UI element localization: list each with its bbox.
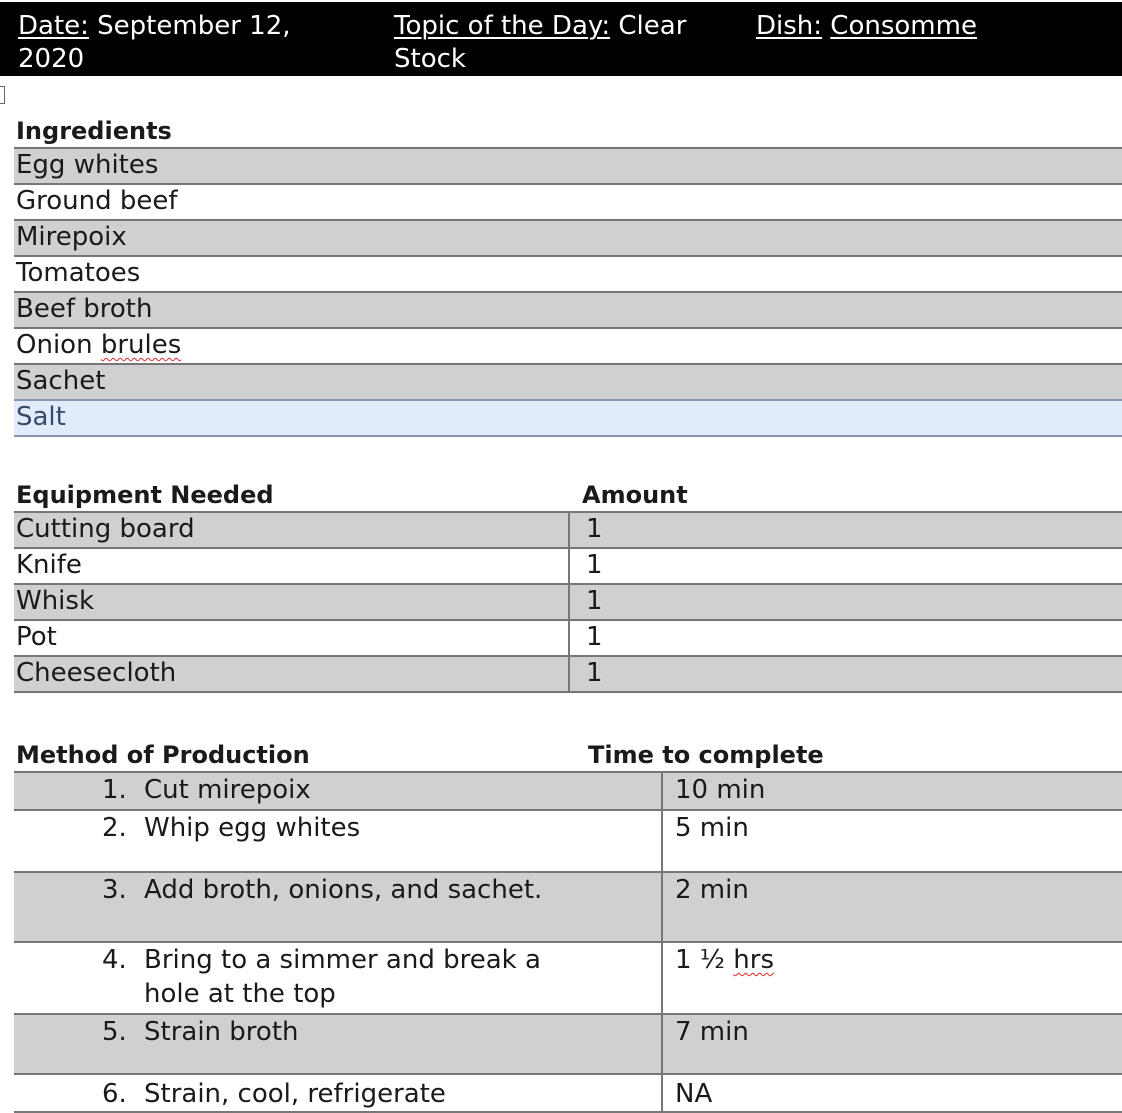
step-number: 1.	[102, 775, 127, 805]
step-text: Cut mirepoix	[144, 775, 311, 805]
ingredient-item[interactable]: Sachet	[14, 363, 1122, 400]
ingredient-item[interactable]: Egg whites	[14, 147, 1122, 184]
step-time[interactable]: 2 min	[661, 871, 1122, 942]
equipment-amount[interactable]: 1	[568, 547, 1122, 584]
table-move-handle[interactable]	[0, 86, 5, 104]
method-heading: Method of Production	[16, 741, 310, 769]
dish-value: Consomme	[830, 11, 977, 41]
equipment-item[interactable]: Whisk	[14, 583, 569, 620]
step-time-text: 1 ½	[675, 945, 734, 975]
equipment-amount[interactable]: 1	[568, 619, 1122, 656]
step-number: 2.	[102, 813, 127, 843]
equipment-item[interactable]: Knife	[14, 547, 569, 584]
equipment-amount[interactable]: 1	[568, 655, 1122, 693]
step-text: Bring to a simmer and break a hole at th…	[144, 945, 541, 1009]
step-number: 5.	[102, 1017, 127, 1047]
step-time[interactable]: 7 min	[661, 1013, 1122, 1074]
ingredient-item[interactable]: Mirepoix	[14, 219, 1122, 256]
ingredient-item[interactable]: Tomatoes	[14, 255, 1122, 292]
ingredients-table: Egg whites Ground beef Mirepoix Tomatoes…	[14, 147, 1122, 437]
equipment-item[interactable]: Cheesecloth	[14, 655, 569, 693]
ingredient-item-selected[interactable]: Salt	[14, 399, 1122, 437]
step-number: 4.	[102, 945, 127, 975]
date-label: Date:	[18, 11, 89, 41]
ingredient-item[interactable]: Beef broth	[14, 291, 1122, 328]
topic-value: Clear	[610, 11, 687, 41]
equipment-item[interactable]: Cutting board	[14, 511, 569, 548]
amount-heading: Amount	[582, 481, 688, 509]
topic-cell: Topic of the Day: Clear Stock	[394, 10, 686, 76]
date-cell: Date: September 12, 2020	[18, 10, 291, 76]
dish-cell: Dish: Consomme	[756, 10, 977, 43]
time-heading: Time to complete	[588, 741, 824, 769]
equipment-table: Cutting board 1 Knife 1 Whisk 1 Pot 1 Cheese…	[14, 511, 1122, 693]
step-number: 3.	[102, 875, 127, 905]
step-text: Add broth, onions, and sachet.	[144, 875, 543, 905]
document-header: Date: September 12, 2020 Topic of the Da…	[0, 2, 1122, 76]
method-step[interactable]: 2. Whip egg whites	[14, 809, 662, 872]
date-value: September 12,	[88, 11, 291, 41]
method-step[interactable]: 4. Bring to a simmer and break a hole at …	[14, 941, 662, 1014]
ingredients-heading: Ingredients	[16, 117, 172, 145]
ingredient-item[interactable]: Ground beef	[14, 183, 1122, 220]
step-time[interactable]: NA	[661, 1073, 1122, 1113]
topic-label: Topic of the Day:	[394, 11, 611, 41]
step-time[interactable]: 1 ½ hrs	[661, 941, 1122, 1014]
method-table: 1. Cut mirepoix 10 min 2. Whip egg whites …	[14, 771, 1122, 1113]
step-time[interactable]: 5 min	[661, 809, 1122, 872]
step-text: Strain broth	[144, 1017, 299, 1047]
step-time[interactable]: 10 min	[661, 771, 1122, 810]
method-step[interactable]: 1. Cut mirepoix	[14, 771, 662, 810]
equipment-heading: Equipment Needed	[16, 481, 274, 509]
method-step[interactable]: 5. Strain broth	[14, 1013, 662, 1074]
method-step[interactable]: 3. Add broth, onions, and sachet.	[14, 871, 662, 942]
step-text: Strain, cool, refrigerate	[144, 1079, 446, 1109]
step-number: 6.	[102, 1079, 127, 1109]
equipment-amount[interactable]: 1	[568, 583, 1122, 620]
step-text: Whip egg whites	[144, 813, 361, 843]
date-value-year: 2020	[18, 44, 85, 74]
dish-label: Dish:	[756, 11, 823, 41]
misspelled-word[interactable]: brules	[101, 330, 181, 360]
equipment-amount[interactable]: 1	[568, 511, 1122, 548]
ingredient-item[interactable]: Onion brules	[14, 327, 1122, 364]
ingredient-item-text: Onion	[16, 330, 101, 360]
method-step[interactable]: 6. Strain, cool, refrigerate	[14, 1073, 662, 1113]
misspelled-word[interactable]: hrs	[733, 945, 774, 975]
equipment-item[interactable]: Pot	[14, 619, 569, 656]
topic-value-continued: Stock	[394, 44, 466, 74]
